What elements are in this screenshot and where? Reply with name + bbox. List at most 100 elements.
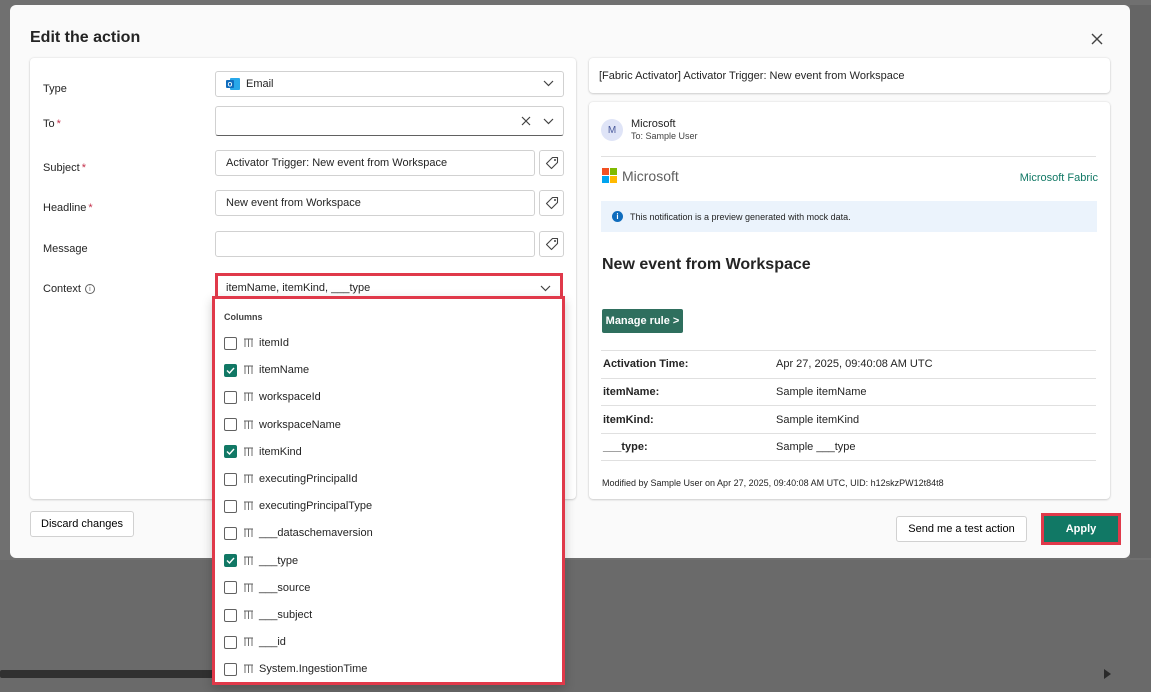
checkbox[interactable] [224,581,237,595]
text-column-icon [244,338,254,348]
checkbox[interactable] [224,662,237,676]
preview-notice: i This notification is a preview generat… [601,201,1097,232]
context-label: Context i [43,283,95,295]
column-option[interactable]: itemId [224,333,289,353]
chevron-down-icon [540,285,551,292]
column-option-label: itemKind [259,445,302,458]
checkmark-icon [226,557,235,565]
column-option-label: itemId [259,337,289,349]
column-option[interactable]: workspaceName [224,415,341,435]
divider [601,350,1096,351]
message-input[interactable] [215,231,535,257]
column-option[interactable]: itemName [224,360,309,380]
column-option-label: executingPrincipalType [259,500,373,513]
text-column-icon [244,528,254,538]
apply-highlight: Apply [1041,513,1121,545]
play-icon [1104,669,1111,679]
type-select[interactable]: O Email [215,71,564,97]
send-test-action-button[interactable]: Send me a test action [896,516,1027,542]
subject-value: Activator Trigger: New event from Worksp… [226,157,448,169]
divider [601,433,1096,434]
apply-button[interactable]: Apply [1044,516,1118,542]
column-option-label: executingPrincipalId [259,473,358,485]
divider [601,156,1096,157]
column-option[interactable]: executingPrincipalId [224,469,357,489]
recipient: To: Sample User [631,131,698,141]
microsoft-squares-icon [602,168,618,184]
text-column-icon [244,447,254,457]
tag-icon [545,196,558,210]
property-value: Apr 27, 2025, 09:40:08 AM UTC [776,358,933,370]
text-column-icon [244,637,254,647]
column-option-label: workspaceName [259,418,341,431]
checkbox[interactable] [224,526,237,540]
checkbox[interactable] [224,554,237,568]
background-scrollbar [0,670,215,678]
checkbox[interactable] [224,445,237,459]
checkbox[interactable] [224,418,237,432]
to-input[interactable] [215,106,564,136]
column-option-label: ___dataschemaversion [259,527,373,540]
column-option[interactable]: ___dataschemaversion [224,523,373,543]
required-mark: * [81,162,86,174]
type-label: Type [43,83,67,95]
backdrop-edge [1130,5,1151,558]
subject-tag-button[interactable] [539,150,564,176]
column-option[interactable]: ___source [224,578,310,598]
sender-name: Microsoft [631,118,676,130]
column-option-label: workspaceId [259,391,321,404]
message-tag-button[interactable] [539,231,564,257]
discard-changes-button[interactable]: Discard changes [30,511,134,537]
text-column-icon [244,556,254,566]
dropdown-header: Columns [224,312,263,322]
preview-subject: [Fabric Activator] Activator Trigger: Ne… [589,58,1110,93]
type-value: Email [246,78,274,90]
text-column-icon [244,392,254,402]
headline-label-text: Headline [43,202,87,214]
clear-icon[interactable] [521,116,531,126]
text-column-icon [244,664,254,674]
headline-label: Headline * [43,202,93,214]
property-value: Sample itemKind [776,414,860,426]
context-label-text: Context [43,283,81,295]
property-label: itemKind: [603,414,654,426]
text-column-icon [244,610,254,620]
checkbox[interactable] [224,635,237,649]
close-icon [1091,33,1103,45]
checkmark-icon [226,367,235,374]
headline-tag-button[interactable] [539,190,564,216]
text-column-icon [244,501,254,511]
info-icon[interactable]: i [84,284,95,295]
column-option[interactable]: ___id [224,632,286,652]
column-option[interactable]: workspaceId [224,387,321,407]
dialog-title: Edit the action [30,29,141,46]
column-option-label: ___id [259,636,286,649]
column-option-label: itemName [259,364,310,377]
tag-icon [545,237,558,251]
checkbox[interactable] [224,608,237,622]
property-value: Sample itemName [776,386,867,398]
checkbox[interactable] [224,390,237,404]
column-option[interactable]: ___type [224,551,298,571]
checkbox[interactable] [224,499,237,513]
product-name: Microsoft Fabric [1019,172,1098,184]
manage-rule-button[interactable]: Manage rule > [602,309,683,333]
column-option[interactable]: itemKind [224,442,302,462]
checkbox[interactable] [224,472,237,486]
headline-input[interactable]: New event from Workspace [215,190,535,216]
checkbox[interactable] [224,336,237,350]
column-option[interactable]: executingPrincipalType [224,496,372,516]
brand-name: Microsoft [622,168,679,184]
outlook-icon: O [226,78,240,90]
close-button[interactable] [1087,29,1107,49]
column-option[interactable]: System.IngestionTime [224,659,367,679]
checkmark-icon [226,448,235,456]
checkbox[interactable] [224,363,237,377]
subject-input[interactable]: Activator Trigger: New event from Worksp… [215,150,535,176]
text-column-icon [244,583,254,593]
subject-label-text: Subject [43,162,80,174]
avatar: M [601,119,623,141]
column-option[interactable]: ___subject [224,605,312,625]
property-label: ___type: [603,441,648,453]
preview-headline: New event from Workspace [602,256,811,273]
